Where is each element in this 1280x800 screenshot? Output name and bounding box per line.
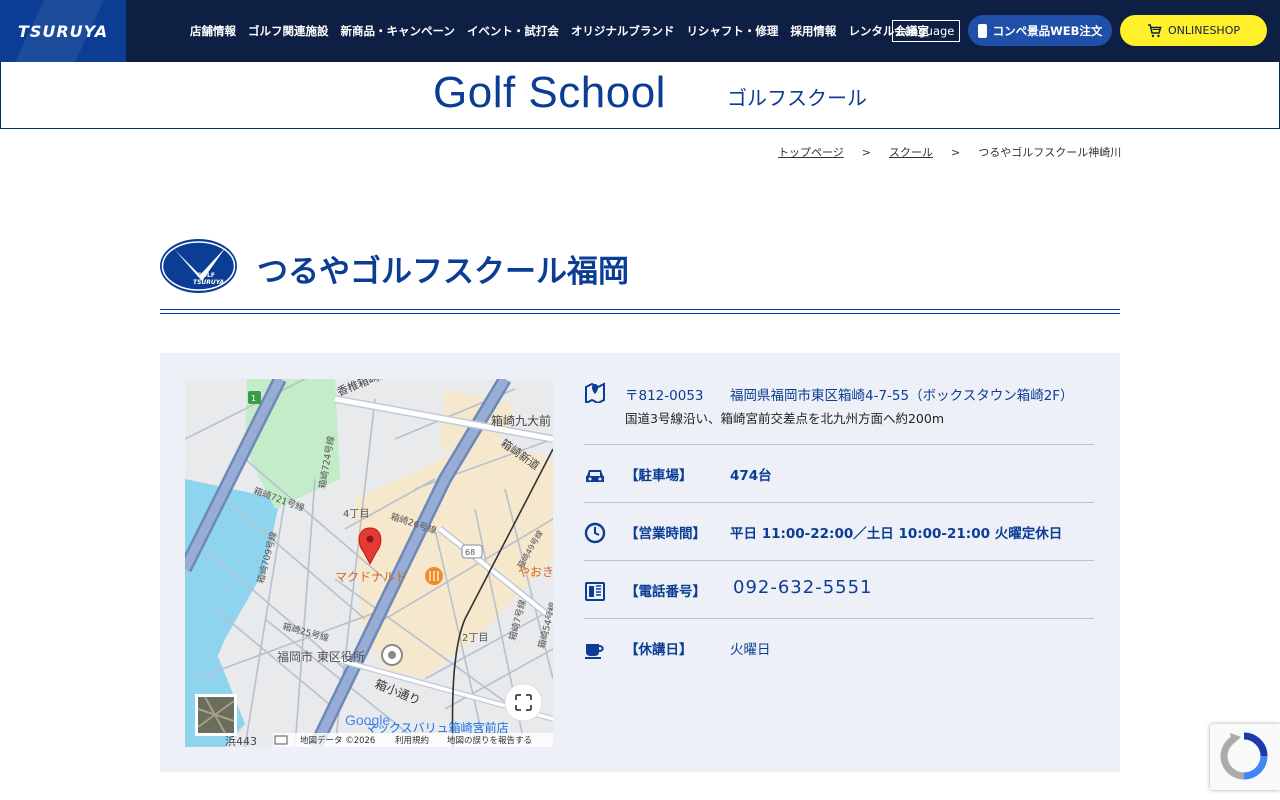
svg-text:68: 68 xyxy=(465,548,475,557)
nav-reshaft[interactable]: リシャフト・修理 xyxy=(686,23,778,39)
hours-value: 平日 11:00-22:00／土日 10:00-21:00 火曜定休日 xyxy=(730,526,1063,542)
cart-icon xyxy=(1148,23,1162,37)
hours-label: 【営業時間】 xyxy=(625,526,706,542)
breadcrumb-separator: > xyxy=(951,145,961,159)
phone-number[interactable]: 092-632-5551 xyxy=(733,577,873,598)
svg-text:箱崎25号線: 箱崎25号線 xyxy=(281,620,330,644)
address-row: 〒812-0053 福岡県福岡市東区箱崎4-7-55（ボックスタウン箱崎2F） … xyxy=(584,378,1094,445)
online-shop-label: ONLINESHOP xyxy=(1168,24,1240,37)
nav-recruit[interactable]: 採用情報 xyxy=(790,23,836,39)
svg-text:地図の誤りを報告する: 地図の誤りを報告する xyxy=(447,735,532,746)
nav-golf-facilities[interactable]: ゴルフ関連施設 xyxy=(248,23,329,39)
breadcrumb-separator: > xyxy=(861,145,871,159)
svg-text:利用規約: 利用規約 xyxy=(395,735,429,746)
title-divider xyxy=(160,309,1120,310)
svg-text:4丁目: 4丁目 xyxy=(343,509,369,520)
parking-label: 【駐車場】 xyxy=(625,468,693,484)
parking-value: 474台 xyxy=(730,468,772,484)
nav-stores[interactable]: 店舗情報 xyxy=(190,23,236,39)
golf-tsuruya-logo: GOLF TSURUYA xyxy=(160,239,237,293)
postal-code: 〒812-0053 xyxy=(625,388,704,404)
title-divider xyxy=(160,313,1120,314)
nav-events[interactable]: イベント・試打会 xyxy=(467,23,559,39)
svg-text:香椎箱崎浜線: 香椎箱崎浜線 xyxy=(335,379,401,399)
svg-text:地図データ ©2026: 地図データ ©2026 xyxy=(300,735,375,746)
nav-original-brand[interactable]: オリジナルブランド xyxy=(571,23,675,39)
page-title: つるやゴルフスクール福岡 xyxy=(257,254,629,290)
online-shop-button[interactable]: ONLINESHOP xyxy=(1120,15,1267,46)
recaptcha-icon xyxy=(1220,732,1268,780)
parking-row: 【駐車場】 474台 xyxy=(584,444,1094,503)
holiday-value: 火曜日 xyxy=(730,642,771,658)
breadcrumb-home[interactable]: トップページ xyxy=(778,144,844,160)
svg-text:箱崎7号線: 箱崎7号線 xyxy=(506,598,528,641)
breadcrumb-current: つるやゴルフスクール神崎川 xyxy=(978,146,1122,159)
phone-icon xyxy=(585,582,605,601)
hero-title: Golf School xyxy=(433,68,666,117)
mobile-icon xyxy=(977,23,987,38)
top-navbar: TSURUYA 店舗情報 ゴルフ関連施設 新商品・キャンペーン イベント・試打会… xyxy=(0,0,1280,62)
svg-text:箱崎九大前: 箱崎九大前 xyxy=(491,413,551,428)
google-map[interactable]: 1 68 香椎箱崎浜線 箱崎九大前 箱崎新道 箱崎721号線 箱崎724号線 4… xyxy=(185,379,553,747)
phone-label: 【電話番号】 xyxy=(625,584,706,600)
cup-icon xyxy=(585,644,604,659)
hero-band: Golf School ゴルフスクール xyxy=(0,62,1280,129)
recaptcha-badge[interactable] xyxy=(1210,724,1280,790)
svg-text:GOLF: GOLF xyxy=(197,272,215,279)
svg-text:TSURUYA: TSURUYA xyxy=(193,279,225,286)
svg-text:2丁目: 2丁目 xyxy=(462,633,488,644)
map-icon xyxy=(585,382,605,403)
holiday-row: 【休講日】 火曜日 xyxy=(584,618,1094,676)
web-order-label: コンペ景品WEB注文 xyxy=(992,23,1103,38)
breadcrumb-school[interactable]: スクール xyxy=(889,144,933,160)
phone-row: 【電話番号】 092-632-5551 xyxy=(584,560,1094,619)
hours-row: 【営業時間】 平日 11:00-22:00／土日 10:00-21:00 火曜定… xyxy=(584,502,1094,561)
address-note: 国道3号線沿い、箱崎宮前交差点を北九州方面へ約200m xyxy=(625,411,944,426)
svg-text:マクドナルド: マクドナルド xyxy=(335,570,407,584)
svg-text:福岡市 東区役所: 福岡市 東区役所 xyxy=(277,649,365,664)
language-button[interactable]: Language xyxy=(892,20,960,42)
fullscreen-icon xyxy=(504,683,543,722)
breadcrumb: トップページ > スクール > つるやゴルフスクール神崎川 xyxy=(778,144,1121,160)
tsuruya-logo[interactable]: TSURUYA xyxy=(0,0,126,62)
holiday-label: 【休講日】 xyxy=(625,642,693,658)
svg-text:浜443: 浜443 xyxy=(225,735,257,747)
logo-text: TSURUYA xyxy=(17,21,109,41)
car-icon xyxy=(586,470,604,482)
nav-new-products[interactable]: 新商品・キャンペーン xyxy=(341,23,455,39)
address-text: 福岡県福岡市東区箱崎4-7-55（ボックスタウン箱崎2F） xyxy=(730,388,1074,404)
svg-text:Google: Google xyxy=(345,712,390,728)
svg-text:1: 1 xyxy=(251,394,256,403)
clock-icon xyxy=(584,522,606,544)
main-nav: 店舗情報 ゴルフ関連施設 新商品・キャンペーン イベント・試打会 オリジナルブラ… xyxy=(190,0,929,62)
hero-subtitle: ゴルフスクール xyxy=(727,86,867,110)
web-order-button[interactable]: コンペ景品WEB注文 xyxy=(968,15,1112,46)
